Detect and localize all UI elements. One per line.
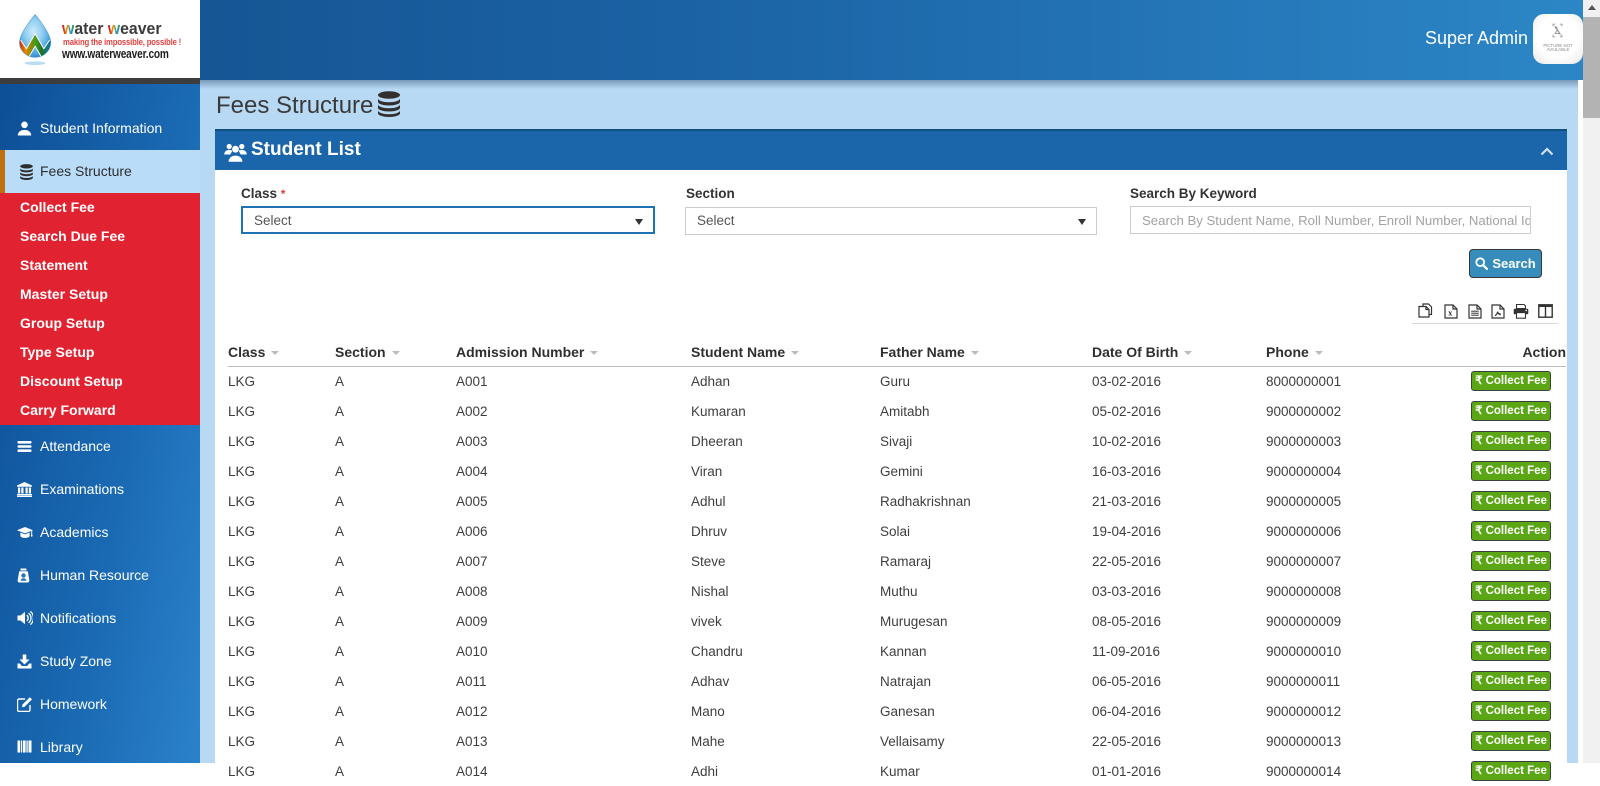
svg-text:x: x (1448, 309, 1452, 318)
